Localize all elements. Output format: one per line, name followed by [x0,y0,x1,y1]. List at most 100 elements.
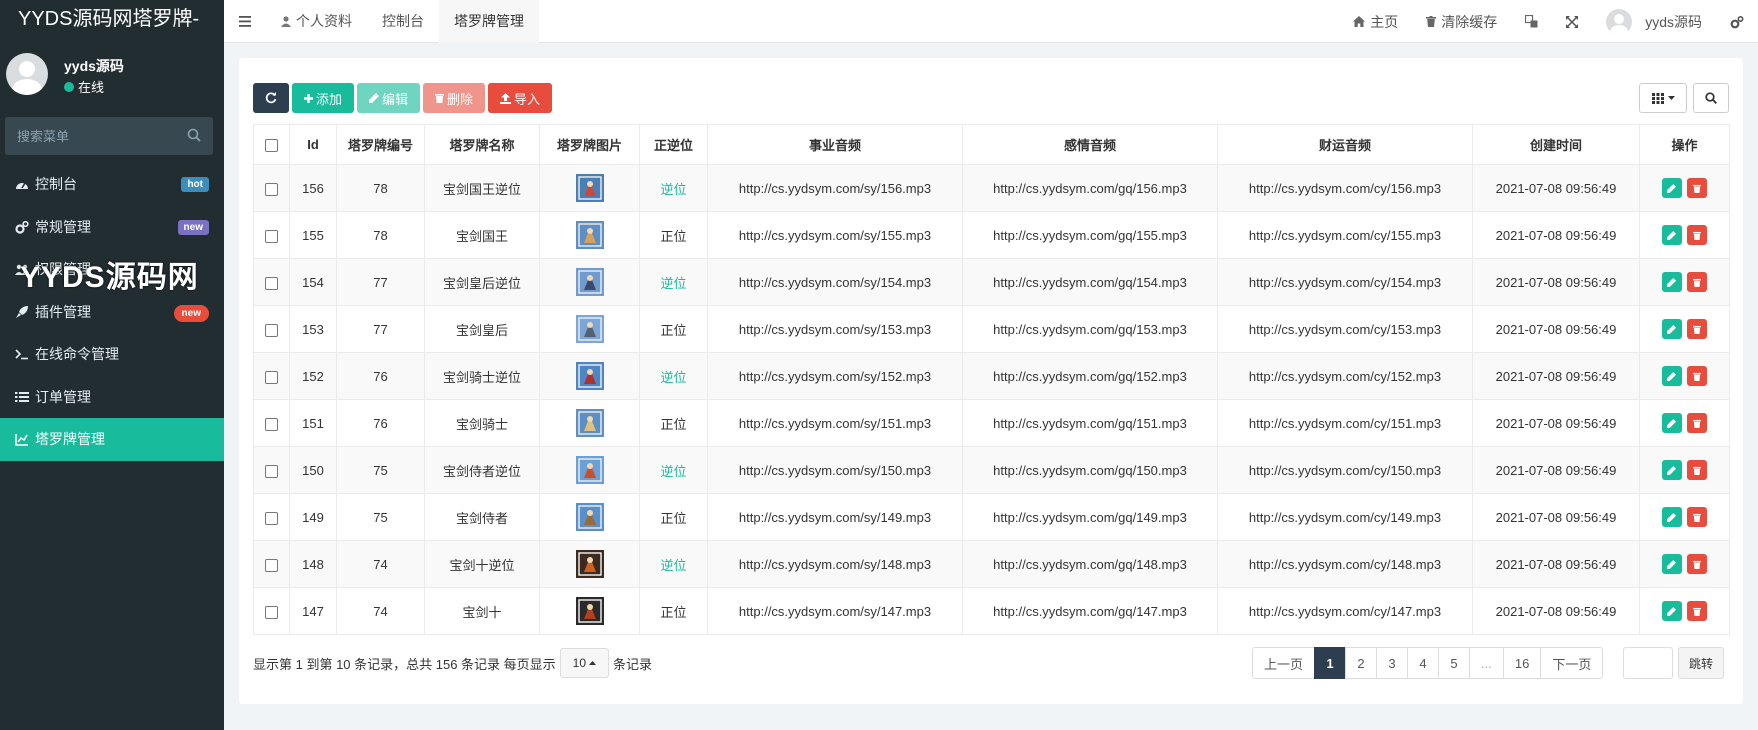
row-checkbox[interactable] [265,511,278,525]
sidebar-item-plugins[interactable]: 插件管理 new [0,291,224,334]
row-delete-button[interactable] [1687,601,1708,621]
row-checkbox[interactable] [265,229,278,243]
row-checkbox[interactable] [265,182,278,196]
card-thumbnail[interactable] [575,550,604,578]
row-edit-button[interactable] [1661,554,1682,574]
row-edit-button[interactable] [1661,601,1682,621]
row-edit-button[interactable] [1661,272,1682,292]
column-header[interactable]: 感情音频 [962,124,1218,165]
column-header[interactable]: 事业音频 [707,124,963,165]
page-button-4[interactable]: 4 [1407,647,1440,679]
card-thumbnail[interactable] [575,503,604,531]
delete-button[interactable]: 删除 [423,83,486,113]
navbar-right: 主页 清除缓存 yyds源码 [1339,0,1758,43]
card-thumbnail[interactable] [575,221,604,249]
page-jump-input[interactable] [1623,647,1673,679]
column-header[interactable]: 塔罗牌编号 [336,124,425,165]
column-header[interactable]: 塔罗牌图片 [539,124,640,165]
page-button-5[interactable]: 5 [1438,647,1471,679]
row-edit-button[interactable] [1661,178,1682,198]
column-header[interactable]: 塔罗牌名称 [424,124,540,165]
sidebar-item-general[interactable]: 常规管理 new [0,206,224,249]
page-jump-button[interactable]: 跳转 [1678,647,1725,679]
row-edit-button[interactable] [1661,319,1682,339]
row-delete-button[interactable] [1687,178,1708,198]
user-menu[interactable]: yyds源码 [1592,0,1716,43]
row-checkbox[interactable] [265,558,278,572]
columns-toggle-button[interactable] [1639,83,1687,113]
row-checkbox[interactable] [265,276,278,290]
table-row[interactable]: 148 74 宝剑十逆位 逆位 http://cs.yydsym.com/sy/… [253,540,1730,588]
card-thumbnail[interactable] [575,597,604,625]
table-row[interactable]: 152 76 宝剑骑士逆位 逆位 http://cs.yydsym.com/sy… [253,352,1730,400]
row-checkbox[interactable] [265,464,278,478]
column-header[interactable]: 正逆位 [639,124,708,165]
row-delete-button[interactable] [1687,413,1708,433]
table-row[interactable]: 156 78 宝剑国王逆位 逆位 http://cs.yydsym.com/sy… [253,164,1730,212]
edit-button[interactable]: 编辑 [357,83,421,113]
row-edit-button[interactable] [1661,460,1682,480]
top-navbar: 个人资料 控制台 塔罗牌管理 主页 清除缓存 yyds源码 [224,0,1758,43]
search-toggle-button[interactable] [1693,83,1729,113]
row-checkbox[interactable] [265,417,278,431]
row-edit-button[interactable] [1661,225,1682,245]
table-row[interactable]: 153 77 宝剑皇后 正位 http://cs.yydsym.com/sy/1… [253,305,1730,353]
card-thumbnail[interactable] [575,362,604,390]
row-checkbox[interactable] [265,370,278,384]
menu-search-input[interactable] [5,117,213,155]
prev-page-button[interactable]: 上一页 [1252,647,1316,679]
card-thumbnail[interactable] [575,174,604,202]
clear-cache-button[interactable]: 清除缓存 [1412,0,1511,43]
brand-title[interactable]: YYDS源码网塔罗牌- [0,0,224,38]
column-header[interactable]: 财运音频 [1217,124,1473,165]
column-header[interactable]: Id [289,124,337,165]
sidebar-toggle-button[interactable] [224,0,266,43]
page-size-select[interactable]: 10 [559,648,610,678]
home-link[interactable]: 主页 [1339,0,1412,43]
row-delete-button[interactable] [1687,554,1708,574]
row-delete-button[interactable] [1687,507,1708,527]
sidebar-item-command[interactable]: 在线命令管理 [0,333,224,376]
row-delete-button[interactable] [1687,460,1708,480]
row-delete-button[interactable] [1687,272,1708,292]
row-delete-button[interactable] [1687,366,1708,386]
page-button-2[interactable]: 2 [1345,647,1378,679]
tab-profile[interactable]: 个人资料 [266,0,367,43]
row-checkbox[interactable] [265,605,278,619]
tab-dashboard[interactable]: 控制台 [367,0,439,43]
row-delete-button[interactable] [1687,319,1708,339]
cell-card-name: 宝剑侍者逆位 [424,446,540,494]
language-button[interactable] [1511,0,1552,43]
page-button-3[interactable]: 3 [1376,647,1409,679]
row-edit-button[interactable] [1661,413,1682,433]
table-row[interactable]: 154 77 宝剑皇后逆位 逆位 http://cs.yydsym.com/sy… [253,258,1730,306]
table-row[interactable]: 155 78 宝剑国王 正位 http://cs.yydsym.com/sy/1… [253,211,1730,259]
table-row[interactable]: 150 75 宝剑侍者逆位 逆位 http://cs.yydsym.com/sy… [253,446,1730,494]
fullscreen-button[interactable] [1552,0,1592,43]
search-icon[interactable] [187,128,201,142]
next-page-button[interactable]: 下一页 [1540,647,1604,679]
sidebar-item-orders[interactable]: 订单管理 [0,376,224,419]
sidebar-item-tarot[interactable]: 塔罗牌管理 [0,418,224,461]
refresh-button[interactable] [253,83,289,113]
import-button[interactable]: 导入 [488,83,553,113]
row-edit-button[interactable] [1661,507,1682,527]
card-thumbnail[interactable] [575,456,604,484]
card-thumbnail[interactable] [575,315,604,343]
sidebar-item-dashboard[interactable]: 控制台 hot [0,163,224,206]
select-all-checkbox[interactable] [265,139,278,153]
page-button-1[interactable]: 1 [1314,647,1347,679]
card-thumbnail[interactable] [575,268,604,296]
table-row[interactable]: 151 76 宝剑骑士 正位 http://cs.yydsym.com/sy/1… [253,399,1730,447]
table-row[interactable]: 149 75 宝剑侍者 正位 http://cs.yydsym.com/sy/1… [253,493,1730,541]
row-checkbox[interactable] [265,323,278,337]
card-thumbnail[interactable] [575,409,604,437]
tab-tarot[interactable]: 塔罗牌管理 [439,0,539,43]
add-button[interactable]: 添加 [292,83,355,113]
row-edit-button[interactable] [1661,366,1682,386]
row-delete-button[interactable] [1687,225,1708,245]
table-row[interactable]: 147 74 宝剑十 正位 http://cs.yydsym.com/sy/14… [253,587,1730,635]
column-header[interactable]: 创建时间 [1472,124,1640,165]
page-button-16[interactable]: 16 [1502,647,1542,679]
settings-button[interactable] [1716,0,1758,43]
